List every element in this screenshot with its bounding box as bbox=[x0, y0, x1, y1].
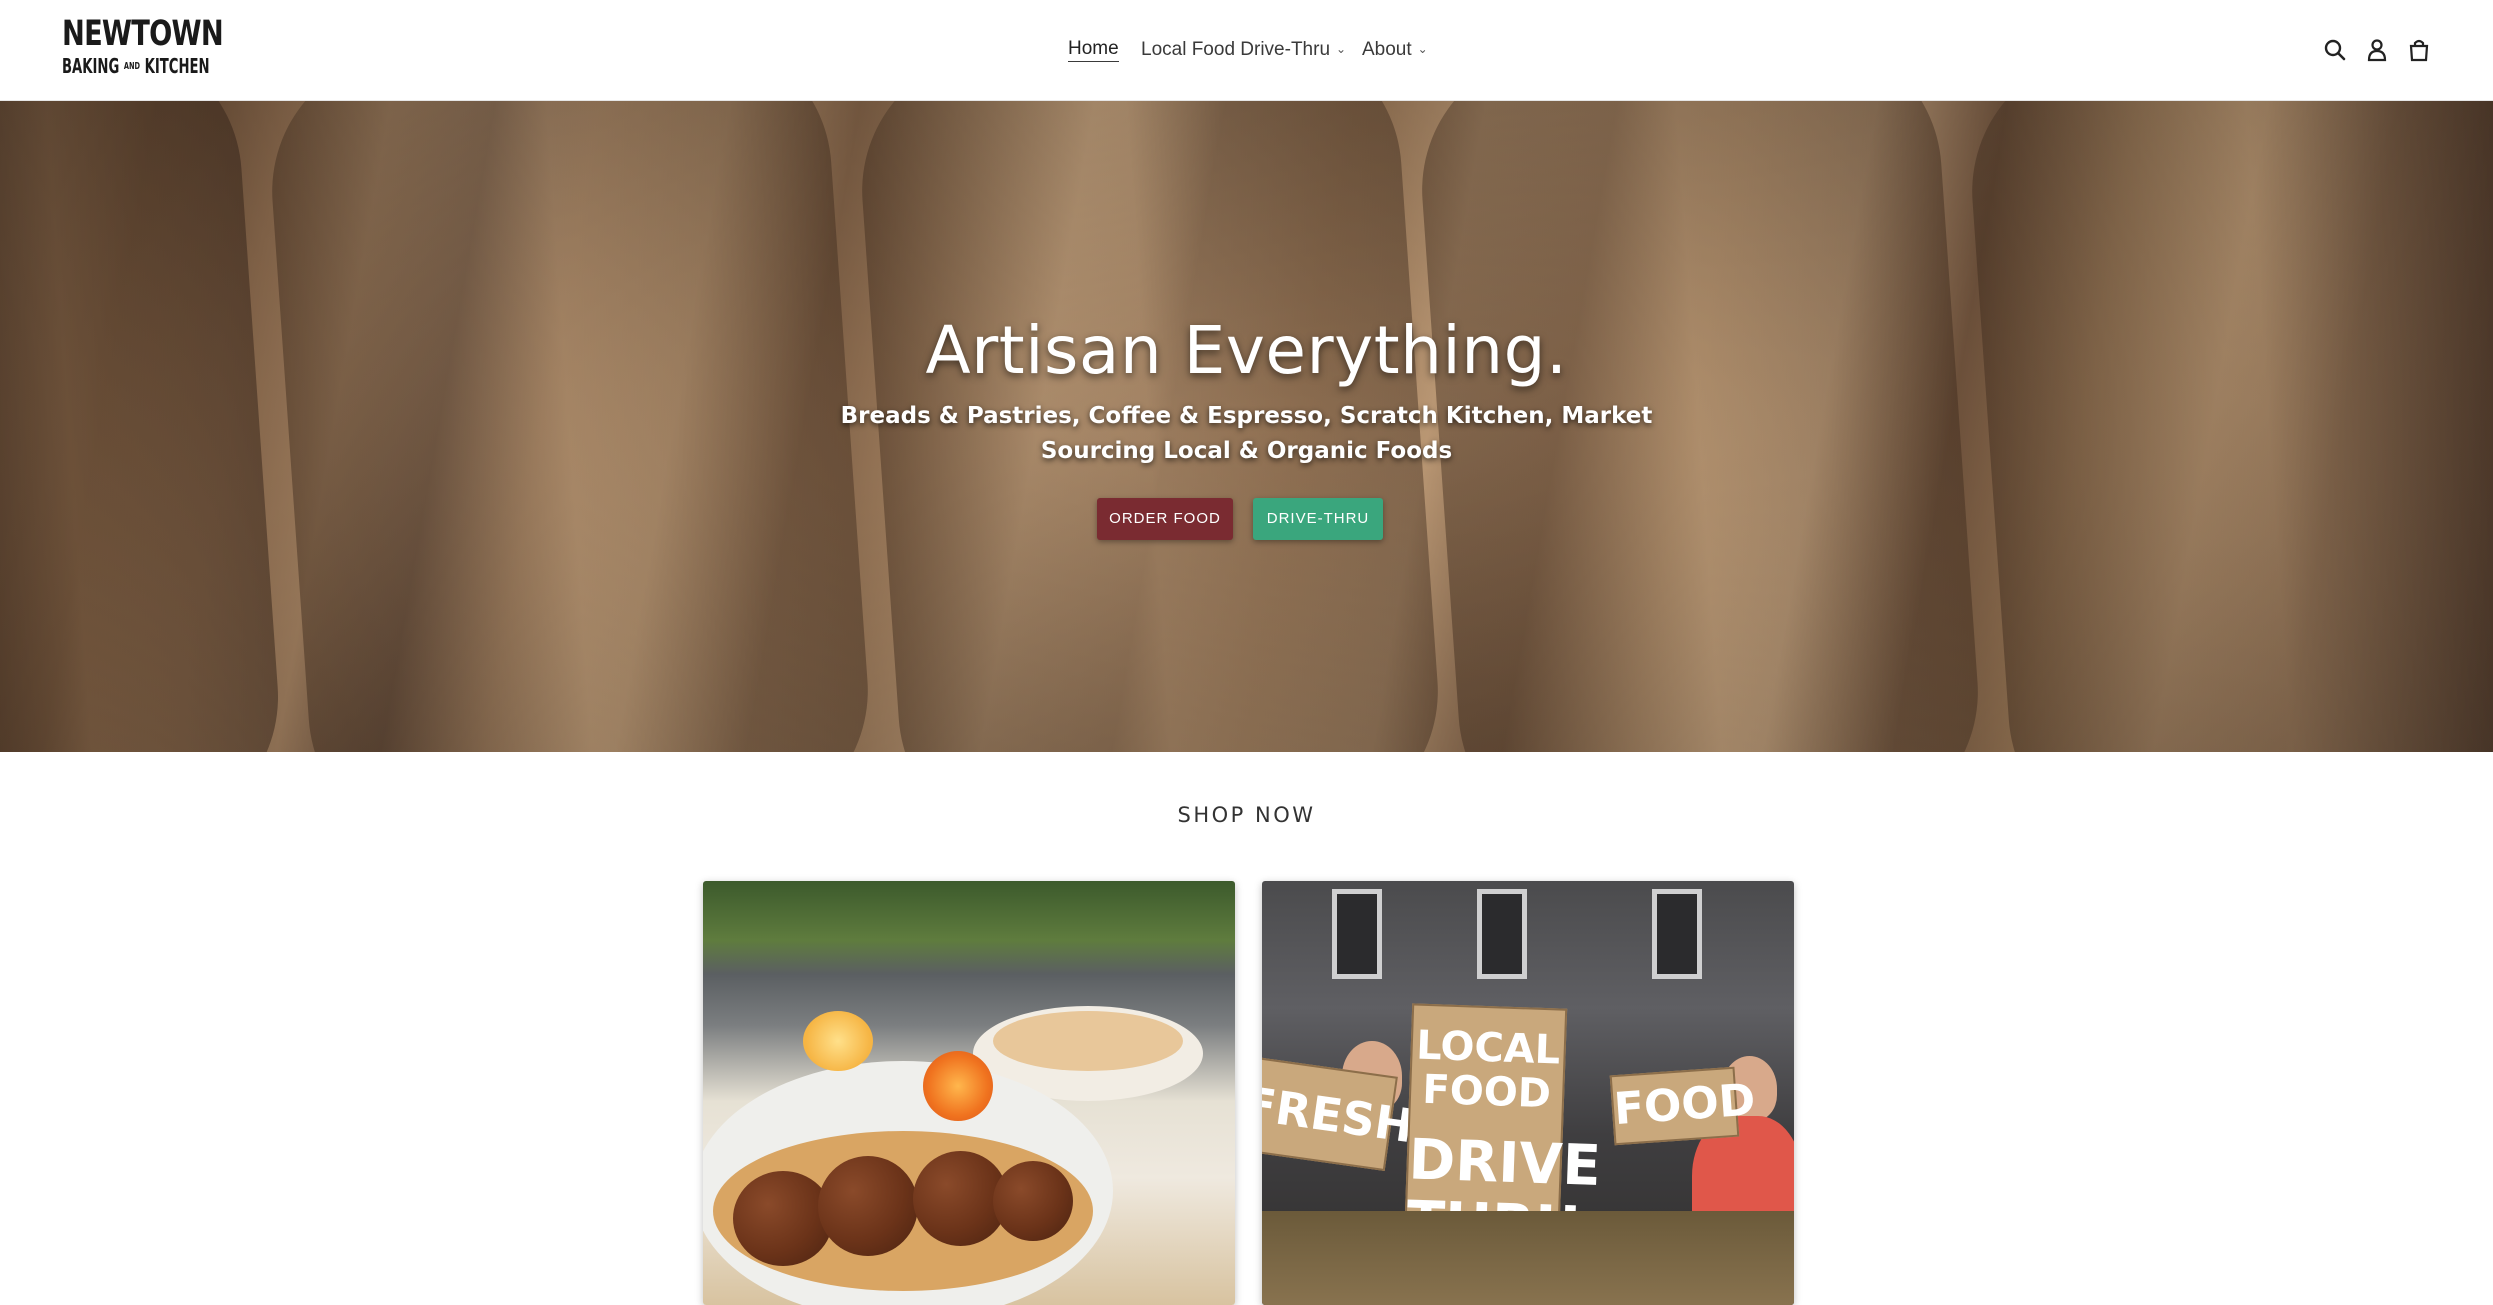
sign-fresh: FRESH bbox=[1262, 1056, 1417, 1171]
window-image bbox=[1652, 889, 1702, 979]
nav-drive-thru-label: Local Food Drive-Thru bbox=[1141, 39, 1331, 60]
main-nav: Home Local Food Drive-Thru ⌄ About ⌄ bbox=[0, 36, 2493, 66]
nav-home-label: Home bbox=[1068, 38, 1119, 62]
order-food-button[interactable]: ORDER FOOD bbox=[1097, 498, 1233, 540]
search-icon[interactable] bbox=[2321, 36, 2349, 64]
flower-image bbox=[803, 1011, 873, 1071]
hummus-image bbox=[993, 1011, 1183, 1071]
falafel-image bbox=[733, 1171, 833, 1266]
shop-card-food[interactable] bbox=[703, 881, 1235, 1305]
window-image bbox=[1477, 889, 1527, 979]
sign-food: FOOD bbox=[1609, 1066, 1757, 1146]
nav-about[interactable]: About ⌄ bbox=[1362, 36, 1428, 66]
site-header: NEWTOWN BAKING AND KITCHEN Home Local Fo… bbox=[0, 0, 2493, 101]
drive-thru-button[interactable]: DRIVE-THRU bbox=[1253, 498, 1383, 540]
account-icon[interactable] bbox=[2363, 36, 2391, 64]
window-image bbox=[1332, 889, 1382, 979]
hero-title: Artisan Everything. bbox=[925, 312, 1568, 389]
nasturtium-flower-image bbox=[923, 1051, 993, 1121]
nav-home[interactable]: Home bbox=[1068, 36, 1119, 66]
chevron-down-icon: ⌄ bbox=[1417, 42, 1428, 56]
falafel-image bbox=[993, 1161, 1073, 1241]
cart-icon[interactable] bbox=[2405, 36, 2433, 64]
straw-bales-image bbox=[1262, 1211, 1794, 1305]
hero-banner: Artisan Everything. Breads & Pastries, C… bbox=[0, 101, 2493, 752]
shop-now-heading: SHOP NOW bbox=[1177, 803, 1316, 827]
shop-card-drive-thru[interactable]: FRESH LOCAL FOOD DRIVE THRU FOOD bbox=[1262, 881, 1794, 1305]
falafel-image bbox=[818, 1156, 918, 1256]
nav-about-label: About bbox=[1362, 39, 1412, 60]
hero-subtitle-line1: Breads & Pastries, Coffee & Espresso, Sc… bbox=[840, 403, 1653, 429]
sign-local-food: LOCAL FOOD bbox=[1415, 1022, 1561, 1118]
hero-subtitle-line2: Sourcing Local & Organic Foods bbox=[1040, 438, 1453, 464]
chevron-down-icon: ⌄ bbox=[1336, 42, 1347, 56]
nav-local-food-drive-thru[interactable]: Local Food Drive-Thru ⌄ bbox=[1141, 36, 1346, 66]
